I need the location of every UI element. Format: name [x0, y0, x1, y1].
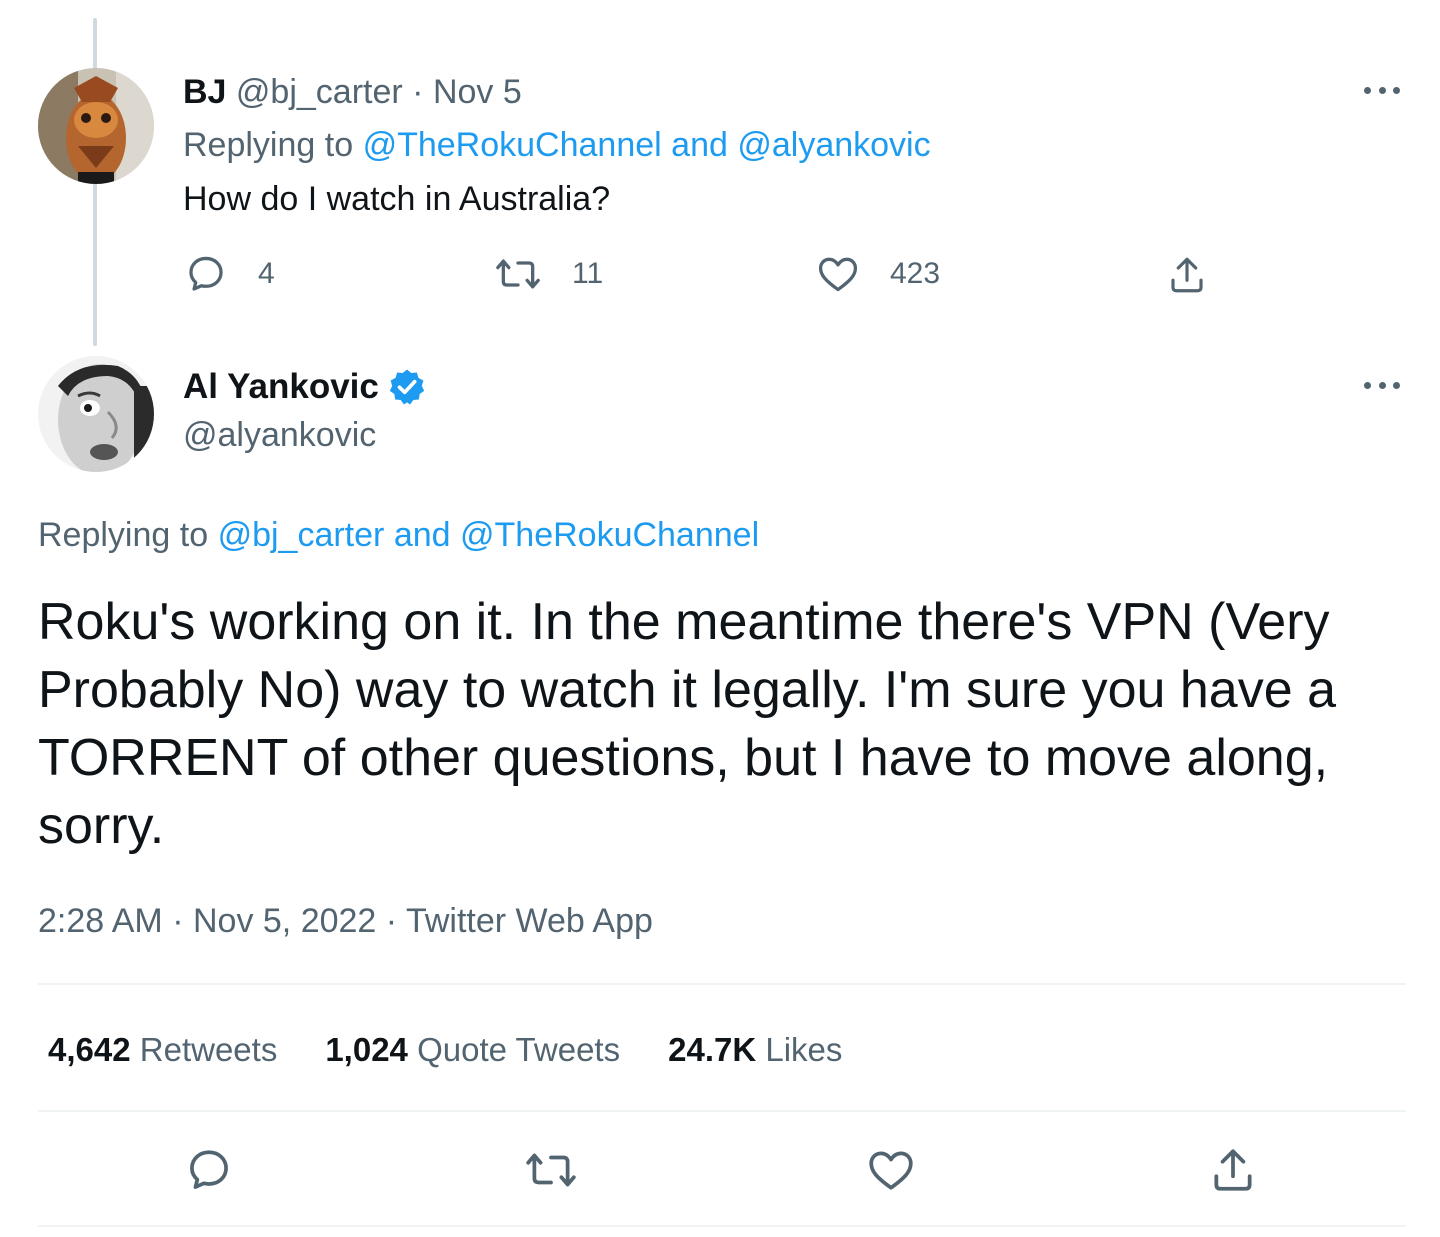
retweet-button[interactable]	[524, 1145, 578, 1200]
like-button[interactable]	[866, 1145, 916, 1200]
replying-prefix: Replying to	[183, 126, 354, 164]
display-name[interactable]: Al Yankovic	[183, 366, 379, 408]
handle[interactable]: @alyankovic	[183, 415, 376, 455]
share-button[interactable]	[1166, 254, 1208, 296]
more-options-icon[interactable]	[1358, 80, 1406, 100]
retweet-button[interactable]: 11	[494, 252, 603, 296]
tweet-date[interactable]: Nov 5, 2022	[193, 902, 376, 940]
like-icon	[818, 257, 858, 292]
avatar[interactable]	[38, 68, 154, 184]
retweet-icon	[526, 1153, 576, 1187]
tweet-text: How do I watch in Australia?	[183, 180, 611, 218]
quote-tweets-stat[interactable]: 1,024 Quote Tweets	[325, 1030, 620, 1070]
share-icon	[1214, 1149, 1252, 1191]
avatar-al-image	[38, 356, 154, 472]
display-name-row[interactable]: Al Yankovic	[183, 366, 427, 408]
replying-prefix: Replying to	[38, 516, 209, 554]
replying-to-line: Replying to @TheRokuChannel and @alyanko…	[183, 125, 931, 165]
retweets-stat[interactable]: 4,642 Retweets	[48, 1030, 277, 1070]
retweets-label: Retweets	[139, 1031, 278, 1068]
quotes-label: Quote Tweets	[417, 1031, 621, 1068]
reply-button[interactable]	[184, 1145, 234, 1200]
like-button[interactable]: 423	[816, 252, 940, 296]
share-icon	[1171, 257, 1203, 293]
display-name[interactable]: BJ	[183, 73, 226, 111]
retweets-value: 4,642	[48, 1031, 131, 1068]
replying-and[interactable]: and	[394, 516, 451, 554]
likes-stat[interactable]: 24.7K Likes	[668, 1030, 842, 1070]
divider	[38, 983, 1406, 985]
tweet-time[interactable]: 2:28 AM	[38, 902, 163, 940]
retweet-count: 11	[572, 257, 604, 290]
handle[interactable]: @bj_carter	[236, 73, 403, 111]
like-count: 423	[890, 257, 941, 290]
verified-badge-icon	[389, 369, 425, 405]
avatar[interactable]	[38, 356, 154, 472]
reply-button[interactable]: 4	[184, 252, 275, 296]
separator: ·	[412, 73, 424, 111]
replying-and[interactable]: and	[671, 126, 728, 164]
avatar-bj-image	[38, 68, 154, 184]
replying-to-line: Replying to @bj_carter and @TheRokuChann…	[38, 515, 759, 555]
like-icon	[869, 1151, 913, 1190]
share-button[interactable]	[1208, 1145, 1258, 1200]
parent-tweet-header: BJ @bj_carter · Nov 5	[183, 72, 522, 112]
mention-link[interactable]: @alyankovic	[737, 126, 930, 164]
reply-icon	[189, 256, 223, 291]
tweet-metadata: 2:28 AM · Nov 5, 2022 · Twitter Web App	[38, 900, 653, 942]
separator: ·	[172, 902, 184, 940]
separator: ·	[385, 902, 398, 940]
mention-link[interactable]: @bj_carter	[218, 516, 385, 554]
tweet-text: Roku's working on it. In the meantime th…	[38, 593, 1336, 855]
likes-label: Likes	[765, 1031, 843, 1068]
mention-link[interactable]: @TheRokuChannel	[460, 516, 759, 554]
quotes-value: 1,024	[325, 1031, 408, 1068]
engagement-stats: 4,642 Retweets 1,024 Quote Tweets 24.7K …	[48, 1030, 890, 1070]
retweet-icon	[496, 259, 540, 289]
tweet-source[interactable]: Twitter Web App	[406, 902, 653, 940]
reply-icon	[190, 1150, 228, 1189]
tweet-date[interactable]: Nov 5	[433, 73, 522, 111]
mention-link[interactable]: @TheRokuChannel	[363, 126, 662, 164]
more-options-icon[interactable]	[1358, 375, 1406, 395]
likes-value: 24.7K	[668, 1031, 757, 1068]
reply-count: 4	[258, 257, 275, 290]
divider	[38, 1110, 1406, 1112]
divider	[38, 1225, 1406, 1227]
